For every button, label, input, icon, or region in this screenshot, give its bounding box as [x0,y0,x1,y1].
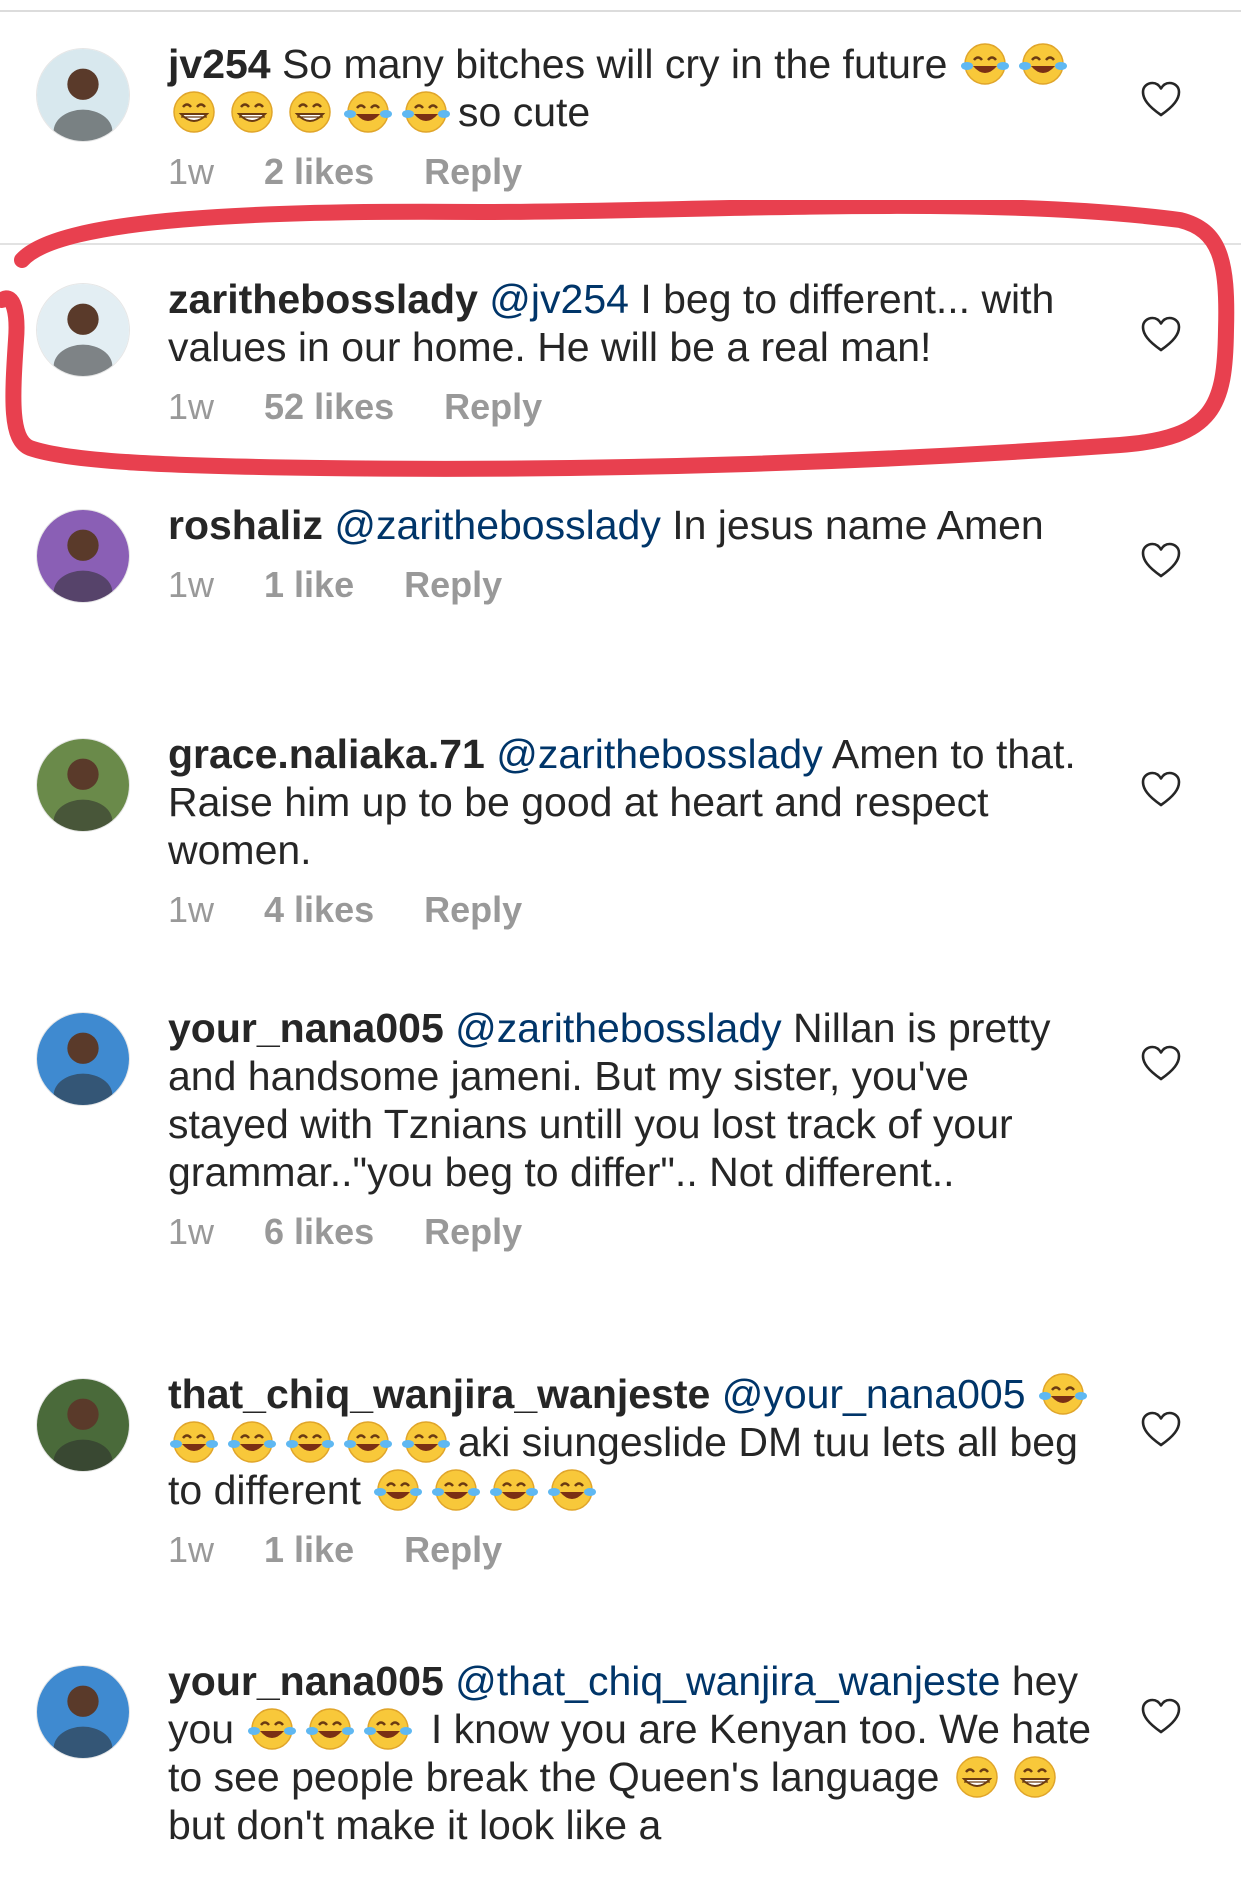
comment-meta: 1w 4 likes Reply [168,888,1098,932]
reply-button[interactable]: Reply [424,888,522,932]
mention-link[interactable]: @that_chiq_wanjira_wanjeste [444,1658,1000,1704]
avatar[interactable] [36,1012,130,1106]
grinning-face-emoji [1009,1755,1061,1799]
tears-of-joy-emoji [372,1468,424,1512]
tears-of-joy-emoji [1037,1372,1089,1416]
comment-text: that_chiq_wanjira_wanjeste @your_nana005… [168,1370,1098,1514]
comment-timestamp: 1w [168,1211,215,1252]
grinning-face-emoji [951,1755,1003,1799]
comment-meta: 1w 1 like Reply [168,563,1098,607]
comment-text: grace.naliaka.71 @zarithebosslady Amen t… [168,730,1098,874]
comment-username[interactable]: your_nana005 [168,1005,444,1051]
mention-link[interactable]: @zarithebosslady [485,731,823,777]
comment-timestamp: 1w [168,1529,215,1570]
tears-of-joy-emoji [1017,42,1069,86]
heart-icon[interactable] [1140,1697,1182,1737]
comment-meta: 1w 6 likes Reply [168,1210,1098,1254]
avatar[interactable] [36,1665,130,1759]
comment-username[interactable]: your_nana005 [168,1658,444,1704]
tears-of-joy-emoji [168,1420,220,1464]
heart-icon[interactable] [1140,315,1182,355]
mention-link[interactable]: @your_nana005 [710,1371,1026,1417]
tears-of-joy-emoji [362,1707,414,1751]
tears-of-joy-emoji [284,1420,336,1464]
heart-icon[interactable] [1140,1044,1182,1084]
comment-meta: 1w 2 likes Reply [168,150,1098,194]
comment-username[interactable]: grace.naliaka.71 [168,731,485,777]
reply-button[interactable]: Reply [424,1210,522,1254]
comment-timestamp: 1w [168,889,215,930]
mention-link[interactable]: @zarithebosslady [323,502,661,548]
mention-link[interactable]: @jv254 [478,276,629,322]
avatar[interactable] [36,509,130,603]
comment-body-text [1026,1371,1037,1417]
heart-icon[interactable] [1140,541,1182,581]
top-divider [0,10,1241,12]
avatar[interactable] [36,283,130,377]
comment-username[interactable]: jv254 [168,41,271,87]
grinning-face-emoji [226,90,278,134]
avatar[interactable] [36,1378,130,1472]
comment-body-text: but don't make it look like a [168,1802,662,1848]
grinning-face-emoji [168,90,220,134]
comment-username[interactable]: zarithebosslady [168,276,478,322]
likes-count[interactable]: 52 likes [264,385,394,429]
likes-count[interactable]: 4 likes [264,888,374,932]
tears-of-joy-emoji [488,1468,540,1512]
avatar[interactable] [36,738,130,832]
comment-timestamp: 1w [168,564,215,605]
grinning-face-emoji [284,90,336,134]
comment-text: your_nana005 @that_chiq_wanjira_wanjeste… [168,1657,1098,1849]
likes-count[interactable]: 1 like [264,1528,354,1572]
likes-count[interactable]: 6 likes [264,1210,374,1254]
avatar[interactable] [36,48,130,142]
reply-button[interactable]: Reply [404,1528,502,1572]
comment-body-text: so cute [458,89,591,135]
tears-of-joy-emoji [342,90,394,134]
tears-of-joy-emoji [546,1468,598,1512]
comment-username[interactable]: that_chiq_wanjira_wanjeste [168,1371,710,1417]
comment-meta: 1w 52 likes Reply [168,385,1098,429]
heart-icon[interactable] [1140,1410,1182,1450]
comment-text: your_nana005 @zarithebosslady Nillan is … [168,1004,1098,1196]
comment-timestamp: 1w [168,151,215,192]
tears-of-joy-emoji [400,1420,452,1464]
comment-body-text: So many bitches will cry in the future [270,41,959,87]
heart-icon[interactable] [1140,770,1182,810]
comment-text: jv254 So many bitches will cry in the fu… [168,40,1098,136]
comment-timestamp: 1w [168,386,215,427]
tears-of-joy-emoji [304,1707,356,1751]
comment-text: zarithebosslady @jv254 I beg to differen… [168,275,1098,371]
mention-link[interactable]: @zarithebosslady [444,1005,782,1051]
likes-count[interactable]: 2 likes [264,150,374,194]
comment-divider [0,243,1241,245]
heart-icon[interactable] [1140,80,1182,120]
tears-of-joy-emoji [342,1420,394,1464]
comment-text: roshaliz @zarithebosslady In jesus name … [168,501,1098,549]
comment-body-text: In jesus name Amen [660,502,1044,548]
tears-of-joy-emoji [430,1468,482,1512]
comment-meta: 1w 1 like Reply [168,1528,1098,1572]
tears-of-joy-emoji [226,1420,278,1464]
comment-username[interactable]: roshaliz [168,502,323,548]
reply-button[interactable]: Reply [444,385,542,429]
tears-of-joy-emoji [400,90,452,134]
rolling-laughing-face-emoji [959,42,1011,86]
likes-count[interactable]: 1 like [264,563,354,607]
reply-button[interactable]: Reply [404,563,502,607]
tears-of-joy-emoji [246,1707,298,1751]
reply-button[interactable]: Reply [424,150,522,194]
